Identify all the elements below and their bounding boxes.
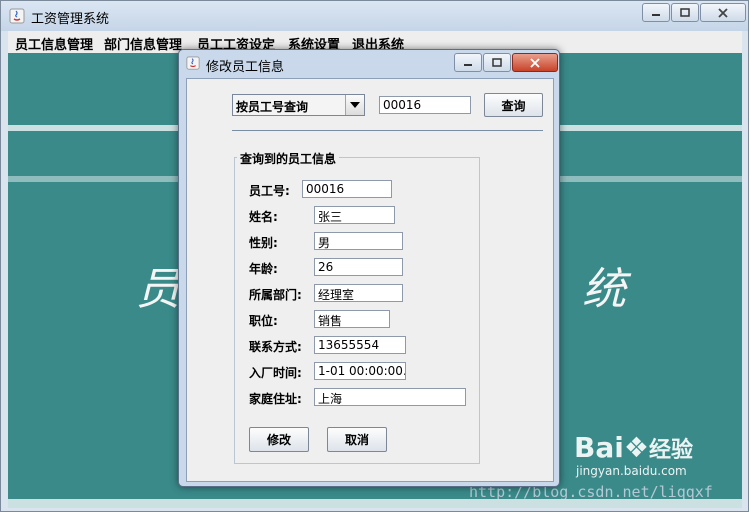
label-age: 年龄: bbox=[249, 262, 278, 276]
dialog-window-controls bbox=[453, 53, 558, 72]
employee-id-field[interactable]: 00016 bbox=[302, 180, 392, 198]
maximize-icon bbox=[680, 8, 690, 17]
window-controls bbox=[641, 3, 746, 22]
query-mode-select[interactable]: 按员工号查询 bbox=[232, 94, 365, 116]
gender-field[interactable]: 男 bbox=[314, 232, 403, 250]
label-join-date: 入厂时间: bbox=[249, 366, 302, 380]
address-field[interactable]: 上海 bbox=[314, 388, 466, 406]
label-gender: 性别: bbox=[249, 236, 278, 250]
maximize-icon bbox=[492, 58, 502, 67]
background-char: 统 bbox=[582, 264, 626, 315]
cancel-button[interactable]: 取消 bbox=[327, 427, 387, 452]
edit-employee-dialog: 修改员工信息 按员工号查询 00016 查询 查询到的员工信息 员工号: 000… bbox=[178, 49, 560, 487]
dialog-body: 按员工号查询 00016 查询 查询到的员工信息 员工号: 00016 姓名: … bbox=[186, 78, 554, 482]
paw-icon: ❖ bbox=[623, 431, 649, 464]
watermark-brand-cn: 经验 bbox=[648, 438, 693, 463]
group-title: 查询到的员工信息 bbox=[237, 150, 340, 167]
close-icon bbox=[718, 7, 728, 18]
query-input[interactable]: 00016 bbox=[379, 96, 471, 114]
dropdown-button[interactable] bbox=[345, 95, 364, 115]
java-app-icon bbox=[186, 56, 200, 70]
watermark-brand: Bai bbox=[574, 431, 624, 464]
label-department: 所属部门: bbox=[249, 288, 302, 302]
name-field[interactable]: 张三 bbox=[314, 206, 395, 224]
menu-department-info[interactable]: 部门信息管理 bbox=[104, 34, 182, 53]
label-address: 家庭住址: bbox=[249, 392, 302, 406]
dialog-minimize-button[interactable] bbox=[454, 53, 482, 72]
department-field[interactable]: 经理室 bbox=[314, 284, 403, 302]
contact-field[interactable]: 13655554 bbox=[314, 336, 406, 354]
close-button[interactable] bbox=[700, 3, 746, 22]
minimize-button[interactable] bbox=[642, 3, 670, 22]
menu-employee-info[interactable]: 员工信息管理 bbox=[15, 34, 93, 53]
minimize-icon bbox=[464, 63, 472, 66]
join-date-field[interactable]: 1-01 00:00:00.0 bbox=[314, 362, 406, 380]
modify-button[interactable]: 修改 bbox=[249, 427, 309, 452]
window-title: 工资管理系统 bbox=[31, 12, 110, 27]
position-field[interactable]: 销售 bbox=[314, 310, 390, 328]
background-char: 员 bbox=[136, 264, 180, 315]
dialog-close-button[interactable] bbox=[512, 53, 558, 72]
chevron-down-icon bbox=[350, 102, 360, 108]
watermark-logo: Bai❖经验 bbox=[574, 431, 693, 464]
age-field[interactable]: 26 bbox=[314, 258, 403, 276]
separator bbox=[232, 130, 543, 131]
watermark-sub: jingyan.baidu.com bbox=[576, 464, 687, 478]
label-name: 姓名: bbox=[249, 210, 278, 224]
dialog-titlebar[interactable]: 修改员工信息 bbox=[179, 50, 559, 78]
minimize-icon bbox=[652, 13, 660, 16]
main-titlebar[interactable]: 工资管理系统 bbox=[1, 1, 748, 31]
label-position: 职位: bbox=[249, 314, 278, 328]
dialog-title: 修改员工信息 bbox=[206, 60, 285, 75]
query-mode-value: 按员工号查询 bbox=[236, 100, 309, 114]
label-contact: 联系方式: bbox=[249, 340, 302, 354]
query-button[interactable]: 查询 bbox=[484, 93, 543, 117]
label-employee-id: 员工号: bbox=[249, 184, 290, 198]
close-icon bbox=[530, 57, 540, 68]
maximize-button[interactable] bbox=[671, 3, 699, 22]
java-app-icon bbox=[9, 8, 25, 24]
dialog-maximize-button[interactable] bbox=[483, 53, 511, 72]
